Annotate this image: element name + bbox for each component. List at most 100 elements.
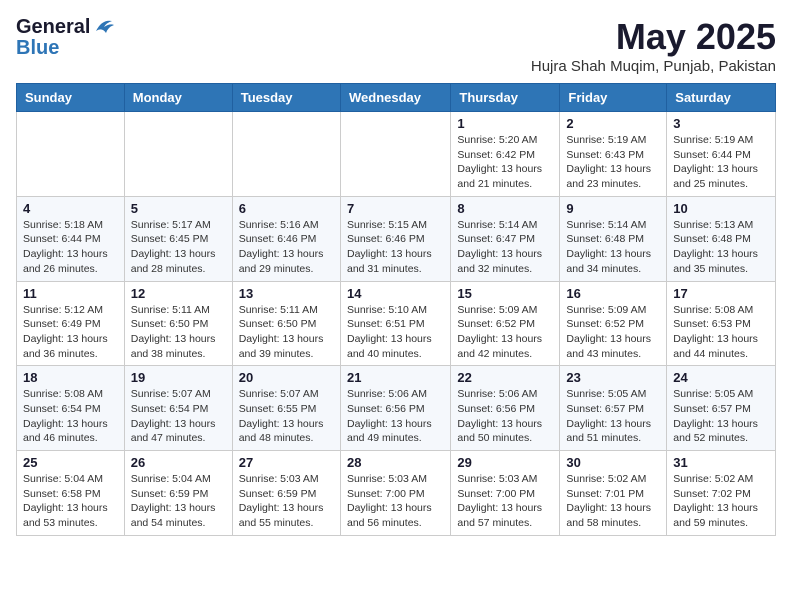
weekday-header: Saturday [667, 84, 776, 112]
calendar-cell: 10Sunrise: 5:13 AM Sunset: 6:48 PM Dayli… [667, 196, 776, 281]
cell-daylight-info: Sunrise: 5:06 AM Sunset: 6:56 PM Dayligh… [347, 387, 444, 446]
calendar-cell: 18 Sunrise: 5:08 AM Sunset: 6:54 PM Dayli… [17, 366, 125, 451]
cell-daylight-info: Sunrise: 5:05 AM Sunset: 6:57 PM Dayligh… [673, 387, 769, 446]
calendar-cell: 19 Sunrise: 5:07 AM Sunset: 6:54 PM Dayli… [124, 366, 232, 451]
calendar-cell: 26Sunrise: 5:04 AM Sunset: 6:59 PM Dayli… [124, 451, 232, 536]
cell-date-number: 24 [673, 370, 769, 385]
cell-date-number: 9 [566, 201, 660, 216]
cell-date-number: 25 [23, 455, 118, 470]
cell-daylight-info: Sunrise: 5:16 AM Sunset: 6:46 PM Dayligh… [239, 218, 334, 277]
weekday-header: Monday [124, 84, 232, 112]
cell-date-number: 2 [566, 116, 660, 131]
calendar-table: SundayMondayTuesdayWednesdayThursdayFrid… [16, 83, 776, 536]
cell-date-number: 26 [131, 455, 226, 470]
cell-daylight-info: Sunrise: 5:07 AM Sunset: 6:54 PM Dayligh… [131, 387, 226, 446]
calendar-cell: 12 Sunrise: 5:11 AM Sunset: 6:50 PM Dayli… [124, 281, 232, 366]
cell-date-number: 27 [239, 455, 334, 470]
cell-daylight-info: Sunrise: 5:02 AM Sunset: 7:02 PM Dayligh… [673, 472, 769, 531]
cell-daylight-info: Sunrise: 5:08 AM Sunset: 6:54 PM Dayligh… [23, 387, 118, 446]
calendar-cell: 15Sunrise: 5:09 AM Sunset: 6:52 PM Dayli… [451, 281, 560, 366]
calendar-cell: 25 Sunrise: 5:04 AM Sunset: 6:58 PM Dayli… [17, 451, 125, 536]
cell-daylight-info: Sunrise: 5:07 AM Sunset: 6:55 PM Dayligh… [239, 387, 334, 446]
logo-bird-icon [92, 17, 114, 35]
calendar-cell: 11Sunrise: 5:12 AM Sunset: 6:49 PM Dayli… [17, 281, 125, 366]
cell-daylight-info: Sunrise: 5:18 AM Sunset: 6:44 PM Dayligh… [23, 218, 118, 277]
month-year-title: May 2025 [531, 16, 776, 58]
weekday-header: Friday [560, 84, 667, 112]
cell-date-number: 14 [347, 286, 444, 301]
cell-daylight-info: Sunrise: 5:19 AM Sunset: 6:43 PM Dayligh… [566, 133, 660, 192]
calendar-cell: 6 Sunrise: 5:16 AM Sunset: 6:46 PM Daylig… [232, 196, 340, 281]
calendar-cell: 2 Sunrise: 5:19 AM Sunset: 6:43 PM Daylig… [560, 112, 667, 197]
calendar-cell: 7Sunrise: 5:15 AM Sunset: 6:46 PM Daylig… [340, 196, 450, 281]
cell-date-number: 11 [23, 286, 118, 301]
calendar-cell: 8 Sunrise: 5:14 AM Sunset: 6:47 PM Daylig… [451, 196, 560, 281]
cell-daylight-info: Sunrise: 5:03 AM Sunset: 7:00 PM Dayligh… [347, 472, 444, 531]
calendar-cell: 24 Sunrise: 5:05 AM Sunset: 6:57 PM Dayli… [667, 366, 776, 451]
cell-daylight-info: Sunrise: 5:06 AM Sunset: 6:56 PM Dayligh… [457, 387, 553, 446]
cell-daylight-info: Sunrise: 5:15 AM Sunset: 6:46 PM Dayligh… [347, 218, 444, 277]
calendar-cell: 1 Sunrise: 5:20 AM Sunset: 6:42 PM Daylig… [451, 112, 560, 197]
cell-daylight-info: Sunrise: 5:08 AM Sunset: 6:53 PM Dayligh… [673, 303, 769, 362]
cell-daylight-info: Sunrise: 5:20 AM Sunset: 6:42 PM Dayligh… [457, 133, 553, 192]
weekday-header: Wednesday [340, 84, 450, 112]
calendar-cell: 23Sunrise: 5:05 AM Sunset: 6:57 PM Dayli… [560, 366, 667, 451]
calendar-cell: 28Sunrise: 5:03 AM Sunset: 7:00 PM Dayli… [340, 451, 450, 536]
cell-date-number: 1 [457, 116, 553, 131]
cell-date-number: 12 [131, 286, 226, 301]
calendar-cell: 9 Sunrise: 5:14 AM Sunset: 6:48 PM Daylig… [560, 196, 667, 281]
weekday-header: Tuesday [232, 84, 340, 112]
cell-daylight-info: Sunrise: 5:05 AM Sunset: 6:57 PM Dayligh… [566, 387, 660, 446]
calendar-cell: 27 Sunrise: 5:03 AM Sunset: 6:59 PM Dayli… [232, 451, 340, 536]
calendar-header-row: SundayMondayTuesdayWednesdayThursdayFrid… [17, 84, 776, 112]
page-header: General Blue May 2025 Hujra Shah Muqim, … [16, 16, 776, 75]
cell-daylight-info: Sunrise: 5:13 AM Sunset: 6:48 PM Dayligh… [673, 218, 769, 277]
cell-daylight-info: Sunrise: 5:17 AM Sunset: 6:45 PM Dayligh… [131, 218, 226, 277]
cell-date-number: 5 [131, 201, 226, 216]
calendar-cell: 3 Sunrise: 5:19 AM Sunset: 6:44 PM Daylig… [667, 112, 776, 197]
cell-date-number: 8 [457, 201, 553, 216]
cell-daylight-info: Sunrise: 5:03 AM Sunset: 7:00 PM Dayligh… [457, 472, 553, 531]
weekday-header: Thursday [451, 84, 560, 112]
cell-daylight-info: Sunrise: 5:10 AM Sunset: 6:51 PM Dayligh… [347, 303, 444, 362]
cell-date-number: 20 [239, 370, 334, 385]
cell-date-number: 3 [673, 116, 769, 131]
cell-daylight-info: Sunrise: 5:11 AM Sunset: 6:50 PM Dayligh… [131, 303, 226, 362]
calendar-cell: 16 Sunrise: 5:09 AM Sunset: 6:52 PM Dayli… [560, 281, 667, 366]
cell-date-number: 16 [566, 286, 660, 301]
title-block: May 2025 Hujra Shah Muqim, Punjab, Pakis… [531, 16, 776, 75]
cell-date-number: 4 [23, 201, 118, 216]
cell-daylight-info: Sunrise: 5:04 AM Sunset: 6:58 PM Dayligh… [23, 472, 118, 531]
cell-daylight-info: Sunrise: 5:19 AM Sunset: 6:44 PM Dayligh… [673, 133, 769, 192]
cell-date-number: 15 [457, 286, 553, 301]
calendar-cell: 17 Sunrise: 5:08 AM Sunset: 6:53 PM Dayli… [667, 281, 776, 366]
calendar-cell: 31 Sunrise: 5:02 AM Sunset: 7:02 PM Dayli… [667, 451, 776, 536]
general-text: General [16, 16, 90, 39]
cell-daylight-info: Sunrise: 5:09 AM Sunset: 6:52 PM Dayligh… [566, 303, 660, 362]
calendar-week-row: 18 Sunrise: 5:08 AM Sunset: 6:54 PM Dayli… [17, 366, 776, 451]
location-subtitle: Hujra Shah Muqim, Punjab, Pakistan [531, 58, 776, 75]
cell-date-number: 22 [457, 370, 553, 385]
calendar-cell: 4 Sunrise: 5:18 AM Sunset: 6:44 PM Daylig… [17, 196, 125, 281]
cell-daylight-info: Sunrise: 5:11 AM Sunset: 6:50 PM Dayligh… [239, 303, 334, 362]
cell-date-number: 19 [131, 370, 226, 385]
cell-date-number: 13 [239, 286, 334, 301]
blue-text: Blue [16, 37, 59, 60]
calendar-cell [340, 112, 450, 197]
calendar-week-row: 4 Sunrise: 5:18 AM Sunset: 6:44 PM Daylig… [17, 196, 776, 281]
cell-daylight-info: Sunrise: 5:14 AM Sunset: 6:47 PM Dayligh… [457, 218, 553, 277]
calendar-cell: 30Sunrise: 5:02 AM Sunset: 7:01 PM Dayli… [560, 451, 667, 536]
calendar-cell [124, 112, 232, 197]
calendar-cell: 20 Sunrise: 5:07 AM Sunset: 6:55 PM Dayli… [232, 366, 340, 451]
cell-daylight-info: Sunrise: 5:03 AM Sunset: 6:59 PM Dayligh… [239, 472, 334, 531]
calendar-cell: 14 Sunrise: 5:10 AM Sunset: 6:51 PM Dayli… [340, 281, 450, 366]
cell-date-number: 18 [23, 370, 118, 385]
cell-date-number: 31 [673, 455, 769, 470]
cell-date-number: 6 [239, 201, 334, 216]
calendar-cell: 13 Sunrise: 5:11 AM Sunset: 6:50 PM Dayli… [232, 281, 340, 366]
cell-daylight-info: Sunrise: 5:14 AM Sunset: 6:48 PM Dayligh… [566, 218, 660, 277]
calendar-cell: 21Sunrise: 5:06 AM Sunset: 6:56 PM Dayli… [340, 366, 450, 451]
cell-date-number: 17 [673, 286, 769, 301]
calendar-cell [17, 112, 125, 197]
weekday-header: Sunday [17, 84, 125, 112]
